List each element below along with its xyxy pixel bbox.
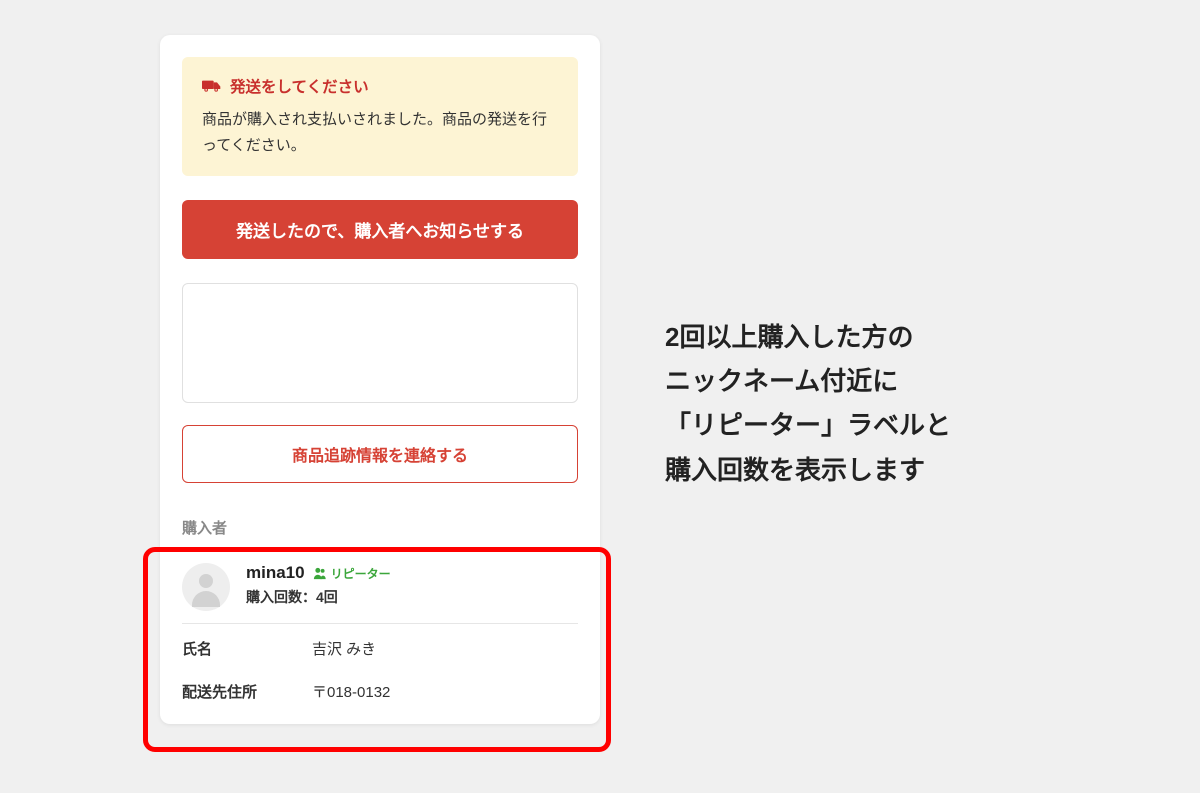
tracking-info-button[interactable]: 商品追跡情報を連絡する: [182, 425, 578, 483]
notify-shipped-button[interactable]: 発送したので、購入者へお知らせする: [182, 200, 578, 259]
annotation-line: 「リピーター」ラベルと: [665, 403, 951, 447]
purchase-count: 購入回数：4回: [246, 587, 578, 607]
annotation-line: 2回以上購入した方の: [665, 315, 951, 359]
phone-card: 発送をしてください 商品が購入され支払いされました。商品の発送を行ってください。…: [160, 35, 600, 724]
address-row: 配送先住所 〒018-0132: [182, 659, 578, 702]
notice-body: 商品が購入され支払いされました。商品の発送を行ってください。: [202, 107, 558, 158]
people-icon: [313, 566, 327, 580]
buyer-row[interactable]: mina10 リピーター 購入回数：4回: [182, 549, 578, 624]
truck-icon: [202, 79, 222, 93]
annotation-line: 購入回数を表示します: [665, 448, 951, 492]
avatar: [182, 563, 230, 611]
annotation-text: 2回以上購入した方の ニックネーム付近に 「リピーター」ラベルと 購入回数を表示…: [665, 315, 951, 492]
name-row: 氏名 吉沢 みき: [182, 624, 578, 659]
blank-card: [182, 283, 578, 403]
name-label: 氏名: [182, 638, 312, 659]
buyer-nickname: mina10: [246, 563, 305, 583]
repeater-badge: リピーター: [313, 565, 391, 582]
address-value: 〒018-0132: [312, 681, 390, 702]
repeater-label: リピーター: [331, 565, 391, 582]
buyer-info: mina10 リピーター 購入回数：4回: [246, 563, 578, 607]
notice-heading-text: 発送をしてください: [230, 75, 369, 97]
address-label: 配送先住所: [182, 681, 312, 702]
buyer-section-label: 購入者: [182, 517, 578, 538]
notice-heading: 発送をしてください: [202, 75, 558, 97]
name-value: 吉沢 みき: [312, 638, 376, 659]
shipping-notice: 発送をしてください 商品が購入され支払いされました。商品の発送を行ってください。: [182, 57, 578, 176]
annotation-line: ニックネーム付近に: [665, 359, 951, 403]
